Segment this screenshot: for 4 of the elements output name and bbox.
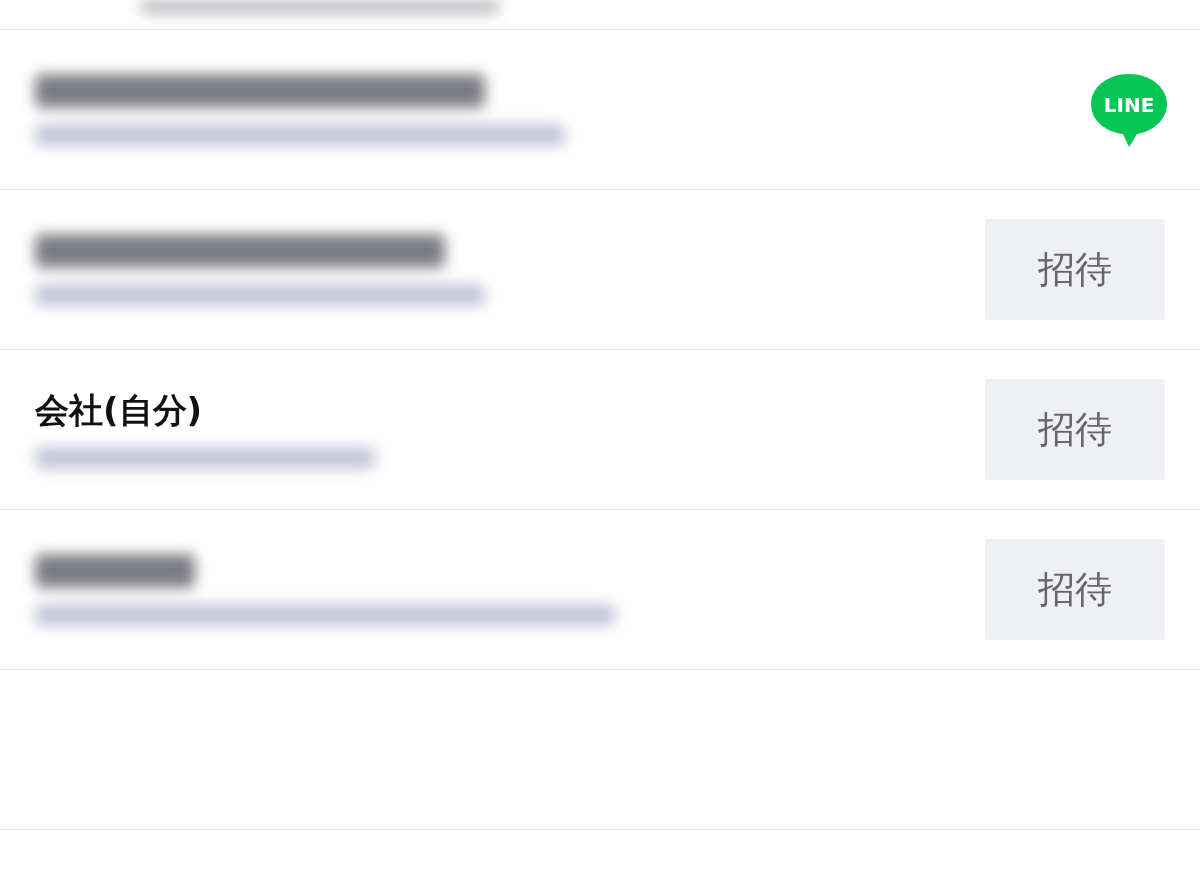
invite-button[interactable]: 招待 bbox=[985, 539, 1165, 640]
contact-name: 会社(自分) bbox=[35, 390, 204, 431]
invite-button[interactable]: 招待 bbox=[985, 219, 1165, 320]
invite-button[interactable]: 招待 bbox=[985, 379, 1165, 480]
